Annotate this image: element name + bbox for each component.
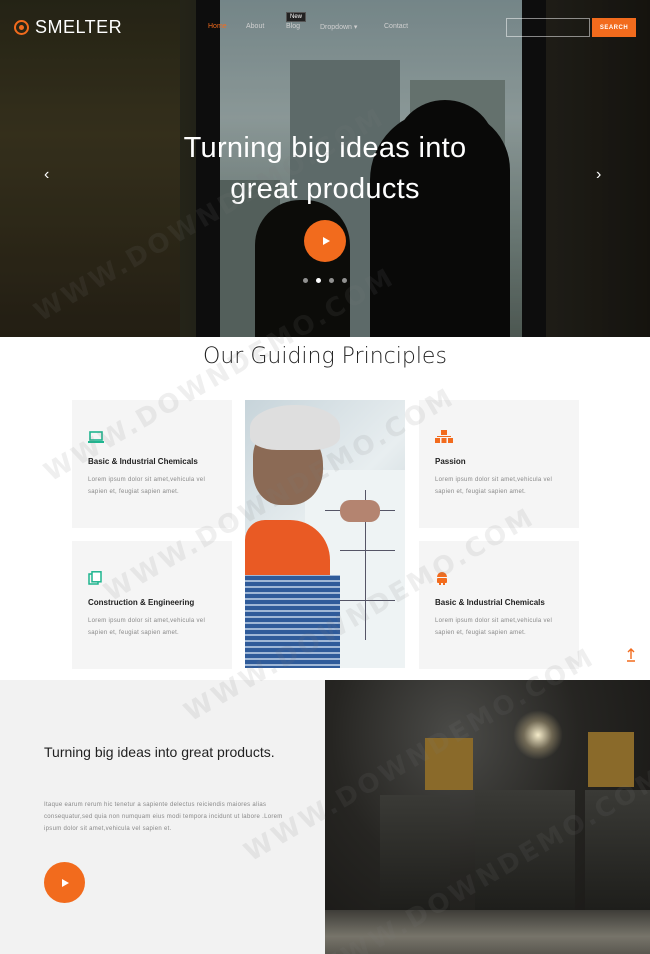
helmet-shape: [250, 405, 340, 450]
slider-dot-active[interactable]: [316, 278, 321, 283]
card-title: Construction & Engineering: [88, 598, 195, 607]
dam-photo: [325, 680, 650, 954]
slider-next-arrow[interactable]: ›: [596, 166, 601, 184]
tower-shape: [425, 738, 473, 790]
nav-item-home[interactable]: Home: [208, 23, 246, 31]
slider-prev-arrow[interactable]: ‹: [44, 166, 49, 184]
copy-icon: [88, 571, 104, 585]
card-title: Basic & Industrial Chemicals: [435, 598, 545, 607]
engineer-photo: [245, 400, 405, 668]
feature-text: Itaque earum rerum hic tenetur a sapient…: [44, 802, 283, 832]
blueprint-line: [340, 550, 395, 551]
slider-dots: [303, 278, 347, 283]
feature-title: Turning big ideas into great products.: [44, 744, 275, 760]
principle-card: Basic & Industrial Chemicals Lorem ipsum…: [419, 541, 579, 669]
play-icon: [62, 878, 69, 887]
hero-title-line: great products: [230, 173, 420, 205]
card-title: Passion: [435, 457, 466, 466]
slider-dot[interactable]: [342, 278, 347, 283]
laptop-icon: [88, 430, 104, 444]
water-shape: [325, 910, 650, 954]
spillway-shape: [380, 795, 450, 910]
light-glow: [513, 710, 563, 760]
sitemap-icon: [435, 430, 453, 444]
plaid-shirt-shape: [245, 575, 340, 668]
hand-shape: [340, 500, 380, 522]
search-input[interactable]: [506, 18, 590, 37]
new-badge: New: [286, 12, 307, 22]
card-text: Lorem ipsum dolor sit amet,vehicula vel …: [88, 477, 206, 495]
nav-item-about[interactable]: About: [246, 23, 286, 31]
spillway-shape: [475, 790, 575, 910]
hero-title: Turning big ideas into great products: [0, 128, 650, 210]
nav-item-blog[interactable]: Blog: [286, 23, 320, 31]
scroll-to-top-icon[interactable]: [626, 648, 636, 662]
principle-card: Basic & Industrial Chemicals Lorem ipsum…: [72, 400, 232, 528]
card-text: Lorem ipsum dolor sit amet,vehicula vel …: [435, 618, 553, 636]
blueprint-line: [335, 600, 395, 601]
feature-play-button[interactable]: [44, 862, 85, 903]
spillway-shape: [585, 790, 650, 910]
android-icon: [435, 571, 451, 585]
section-title: Our Guiding Principles: [203, 344, 447, 369]
card-text: Lorem ipsum dolor sit amet,vehicula vel …: [435, 477, 553, 495]
slider-dot[interactable]: [303, 278, 308, 283]
brand-name: SMELTER: [35, 17, 123, 37]
play-icon: [322, 237, 330, 245]
principle-card: Construction & Engineering Lorem ipsum d…: [72, 541, 232, 669]
hero-play-button[interactable]: [304, 220, 346, 262]
podcast-icon: [14, 20, 29, 35]
main-nav: Home About Blog Dropdown ▾ Contact: [208, 23, 424, 31]
card-text: Lorem ipsum dolor sit amet,vehicula vel …: [88, 618, 206, 636]
brand-logo[interactable]: SMELTER: [14, 17, 122, 38]
nav-item-dropdown[interactable]: Dropdown ▾: [320, 23, 384, 31]
hero-title-line: Turning big ideas into: [183, 132, 467, 164]
nav-item-contact[interactable]: Contact: [384, 23, 424, 31]
tower-shape: [588, 732, 634, 787]
slider-dot[interactable]: [329, 278, 334, 283]
principle-card: Passion Lorem ipsum dolor sit amet,vehic…: [419, 400, 579, 528]
card-title: Basic & Industrial Chemicals: [88, 457, 198, 466]
search-button[interactable]: SEARCH: [592, 18, 636, 37]
